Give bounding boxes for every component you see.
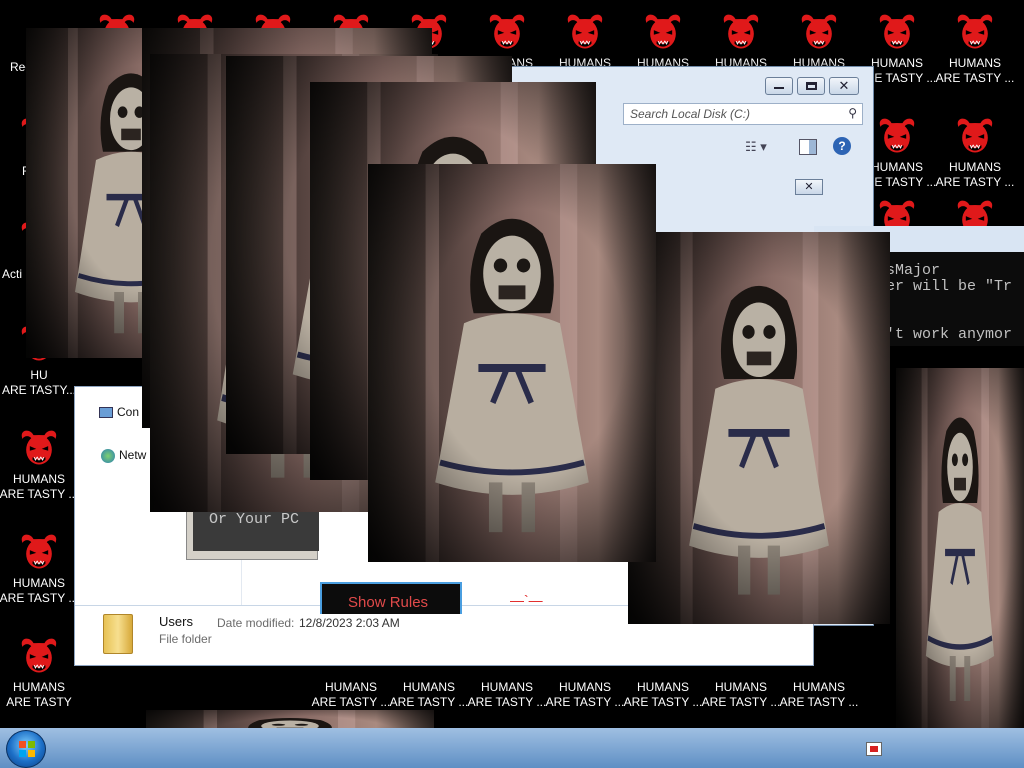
desktop-icon-label: HUMANS ARE TASTY ... bbox=[467, 680, 547, 709]
windows-logo-icon bbox=[19, 741, 35, 757]
desktop-icon-label: HUMANS ARE TASTY ... bbox=[623, 680, 703, 709]
desktop-icon-humans-are-tasty[interactable]: HUMANS ARE TASTY ... bbox=[0, 524, 78, 628]
demon-icon bbox=[15, 424, 63, 472]
desktop-icon-humans-are-tasty[interactable]: HUMANS ARE TASTY bbox=[0, 628, 78, 732]
desktop-icon-label: HUMANS ARE TASTY ... bbox=[779, 680, 859, 709]
desktop-icon-label: HUMANS ARE TASTY ... bbox=[701, 680, 781, 709]
desktop-icon-label: HU ARE TASTY... bbox=[1, 368, 77, 397]
nav-item-computer[interactable]: Con bbox=[99, 405, 139, 419]
show-rules-label: Show Rules bbox=[348, 594, 429, 611]
nav-item-network[interactable]: Netw bbox=[101, 448, 146, 463]
inner-close-button[interactable]: ✕ bbox=[795, 179, 823, 195]
show-rules-button[interactable]: Show Rules bbox=[320, 582, 462, 614]
search-placeholder: Search Local Disk (C:) bbox=[630, 107, 751, 121]
network-icon bbox=[101, 448, 115, 463]
terminal-line-1: sMajor bbox=[886, 262, 941, 279]
search-input[interactable]: Search Local Disk (C:) ⚲ bbox=[623, 103, 863, 125]
demon-icon bbox=[873, 112, 921, 160]
minimize-button[interactable] bbox=[765, 77, 793, 95]
demon-icon bbox=[795, 8, 843, 56]
date-modified-label: Date modified: bbox=[217, 616, 295, 630]
close-button[interactable]: ✕ bbox=[829, 77, 859, 95]
desktop-icon-label: HUMANS ARE TASTY bbox=[6, 680, 72, 709]
desktop-icon-label: HUMANS ARE TASTY ... bbox=[0, 576, 78, 605]
preview-pane-icon[interactable] bbox=[799, 139, 817, 155]
desktop-icon-label: HUMANS ARE TASTY ... bbox=[545, 680, 625, 709]
demon-icon bbox=[951, 8, 999, 56]
demon-icon bbox=[717, 8, 765, 56]
computer-icon bbox=[99, 407, 113, 419]
popup-doll-image[interactable] bbox=[628, 232, 890, 624]
date-modified-value: 12/8/2023 2:03 AM bbox=[299, 616, 400, 630]
terminal-line-2: er will be "Tr bbox=[886, 278, 1013, 295]
desktop-icon-label: HUMANS ARE TASTY ... bbox=[935, 56, 1015, 85]
start-button[interactable] bbox=[6, 730, 46, 768]
prank-message: Or Your PC bbox=[209, 511, 300, 528]
prank-dashes: —`— bbox=[510, 592, 543, 608]
item-type: File folder bbox=[159, 632, 212, 646]
desktop-icon-label: HUMANS ARE TASTY ... bbox=[389, 680, 469, 709]
popup-doll-image[interactable] bbox=[896, 368, 1024, 728]
demon-icon bbox=[561, 8, 609, 56]
desktop-icon-label: HUMANS ARE TASTY ... bbox=[935, 160, 1015, 189]
demon-icon bbox=[483, 8, 531, 56]
view-options-icon[interactable]: ☷ ▾ bbox=[745, 139, 781, 157]
demon-icon bbox=[951, 112, 999, 160]
demon-icon bbox=[639, 8, 687, 56]
folder-icon bbox=[103, 614, 133, 654]
item-name: Users bbox=[159, 614, 193, 629]
desktop-icon-humans-are-tasty[interactable]: HUMANS ARE TASTY ... bbox=[0, 420, 78, 524]
search-icon[interactable]: ⚲ bbox=[848, 106, 857, 120]
desktop-active-label: Acti bbox=[2, 267, 23, 281]
popup-doll-image[interactable] bbox=[368, 164, 656, 562]
tray-flag-icon[interactable] bbox=[866, 742, 882, 756]
desktop-icon-label: HUMANS ARE TASTY ... bbox=[311, 680, 391, 709]
demon-icon bbox=[873, 8, 921, 56]
maximize-button[interactable] bbox=[797, 77, 825, 95]
desktop-icon-humans-are-tasty[interactable]: HUMANS ARE TASTY ... bbox=[936, 4, 1014, 108]
desktop-icon-label: HUMANS ARE TASTY ... bbox=[0, 472, 78, 501]
help-icon[interactable]: ? bbox=[833, 137, 851, 155]
demon-icon bbox=[15, 528, 63, 576]
terminal-line-3: 't work anymor bbox=[886, 326, 1013, 343]
demon-icon bbox=[15, 632, 63, 680]
